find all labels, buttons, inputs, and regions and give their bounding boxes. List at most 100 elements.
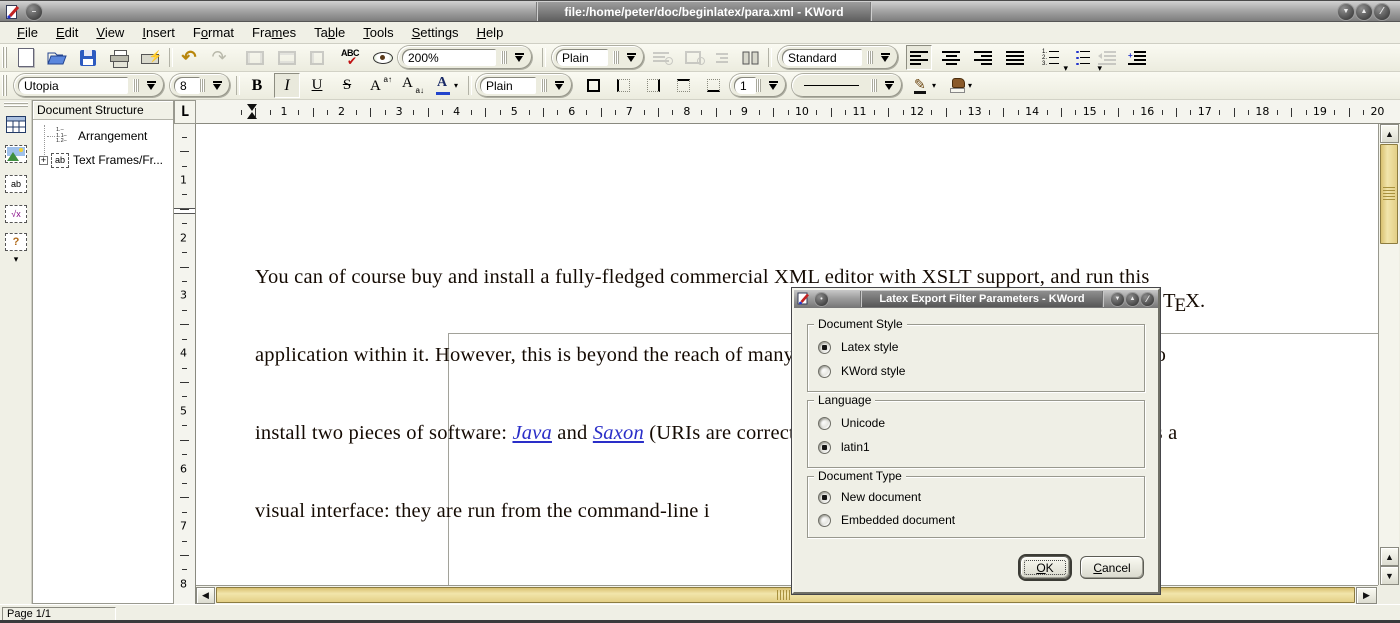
table-style-combobox[interactable]: Standard [778,46,898,69]
border-color-button[interactable]: ✎ ▾ [908,73,942,98]
border-bottom-button[interactable] [700,73,726,98]
decrease-indent-button[interactable] [1094,45,1120,70]
table-style-dropdown-icon[interactable] [881,53,890,63]
align-center-button[interactable] [938,45,964,70]
toolbar-handle[interactable] [2,47,8,68]
new-document-option[interactable]: New document [818,489,921,505]
kword-style-option[interactable]: KWord style [818,363,905,379]
tab-stop-selector[interactable]: L [174,100,196,124]
window-shade-button[interactable]: ▼ [1338,4,1354,20]
latex-export-dialog[interactable]: • Latex Export Filter Parameters - KWord… [792,288,1160,594]
expander-plus-icon[interactable]: + [39,156,48,165]
scroll-up-button-2[interactable]: ▲ [1380,547,1399,566]
vertical-scroll-thumb[interactable] [1380,144,1398,244]
columns-button[interactable] [738,45,764,70]
tree-item-label[interactable]: Arrangement [78,129,147,143]
zoom-dropdown-icon[interactable] [515,53,524,63]
radio-embedded-document[interactable] [818,514,831,527]
font-color-button[interactable]: A ▾ [430,73,464,98]
align-left-button[interactable] [906,45,932,70]
increase-indent-button[interactable]: + [1124,45,1150,70]
redo-button[interactable]: ↷ [206,45,232,70]
paragraph-style-value[interactable]: Plain [556,49,608,66]
dialog-menu-button[interactable]: • [815,293,828,306]
style-manager-button[interactable] [682,45,708,70]
toolbar-handle[interactable] [4,102,28,108]
border-style-combobox[interactable] [792,74,902,97]
numbered-list-button[interactable]: 1. 2. 3. ▾ [1038,45,1068,70]
menu-file[interactable]: File [8,23,47,42]
radio-new-document[interactable] [818,491,831,504]
scroll-down-button[interactable]: ▼ [1380,566,1399,585]
border-style-dropdown-icon[interactable] [885,81,894,91]
ok-button[interactable]: OK [1020,556,1070,579]
vertical-scrollbar[interactable]: ▲ ▲ ▼ [1378,124,1399,585]
tree-item-text-frames[interactable]: + ab Text Frames/Fr... [39,151,163,169]
window-titlebar[interactable]: – file:/home/peter/doc/beginlatex/para.x… [0,0,1400,22]
font-size-value[interactable]: 8 [174,77,200,94]
insert-table-button[interactable] [4,112,28,136]
paragraph-style-combobox[interactable]: Plain [552,46,644,69]
border-all-button[interactable] [580,73,606,98]
menu-edit[interactable]: Edit [47,23,87,42]
insert-object-button[interactable]: ? [4,230,28,254]
border-right-button[interactable] [640,73,666,98]
horizontal-scrollbar[interactable]: ◀ ▶ [196,585,1378,604]
tree-item-label[interactable]: Text Frames/Fr... [73,153,163,167]
background-color-button[interactable]: ▾ [944,73,978,98]
border-top-button[interactable] [670,73,696,98]
import-style-button[interactable] [710,45,736,70]
zoom-value[interactable]: 200% [402,49,496,66]
margin-marker-icon[interactable] [247,104,258,119]
save-button[interactable] [75,45,101,70]
frame-style-combobox[interactable]: Plain [476,74,572,97]
menu-settings[interactable]: Settings [403,23,468,42]
undo-button[interactable]: ↶ [176,45,202,70]
new-document-button[interactable] [13,45,39,70]
menu-table[interactable]: Table [305,23,354,42]
border-left-button[interactable] [610,73,636,98]
italic-button[interactable]: I [274,73,300,98]
tree-item-arrangement[interactable]: 1.– 1.1– 1.2– Arrangement [47,127,147,145]
copy-button[interactable] [274,45,300,70]
cut-button[interactable] [242,45,268,70]
zoom-combobox[interactable]: 200% [398,46,532,69]
horizontal-scroll-thumb[interactable] [216,587,1355,603]
cancel-button[interactable]: Cancel [1080,556,1144,579]
toolbar-handle[interactable] [2,75,8,96]
font-size-combobox[interactable]: 8 [170,74,230,97]
dialog-maximize-button[interactable]: ▲ [1126,293,1139,306]
vertical-ruler[interactable]: 12345678 [174,124,196,604]
window-maximize-button[interactable]: ▲ [1356,4,1372,20]
border-width-value[interactable]: 1 [734,77,756,94]
window-close-button[interactable]: ⁄ [1374,4,1390,20]
latex-style-option[interactable]: Latex style [818,339,898,355]
border-width-dropdown-icon[interactable] [769,81,778,91]
unicode-option[interactable]: Unicode [818,415,885,431]
insert-text-frame-button[interactable]: ab [4,172,28,196]
frame-style-dropdown-icon[interactable] [555,81,564,91]
datatool-button[interactable] [370,45,396,70]
radio-unicode[interactable] [818,417,831,430]
dialog-shade-button[interactable]: ▼ [1111,293,1124,306]
toolbar-extension-button[interactable]: ▾ [4,253,28,265]
radio-latex-style[interactable] [818,341,831,354]
dialog-close-button[interactable]: ⁄ [1141,293,1154,306]
horizontal-ruler[interactable]: 1234567891011121314151617181920 [196,100,1400,124]
latin1-option[interactable]: latin1 [818,439,870,455]
menu-view[interactable]: View [87,23,133,42]
menu-format[interactable]: Format [184,23,243,42]
open-document-button[interactable] [44,45,70,70]
radio-latin1[interactable] [818,441,831,454]
menu-frames[interactable]: Frames [243,23,305,42]
underline-button[interactable]: U [304,73,330,98]
font-family-combobox[interactable]: Utopia [14,74,164,97]
print-button[interactable] [106,45,132,70]
align-right-button[interactable] [970,45,996,70]
spellcheck-button[interactable]: ABC ✔ [338,45,364,70]
scroll-right-button[interactable]: ▶ [1356,587,1377,604]
bold-button[interactable]: B [244,73,270,98]
font-size-dropdown-icon[interactable] [213,81,222,91]
align-justify-button[interactable] [1002,45,1028,70]
font-size-down-button[interactable]: A a↓ [398,73,428,98]
